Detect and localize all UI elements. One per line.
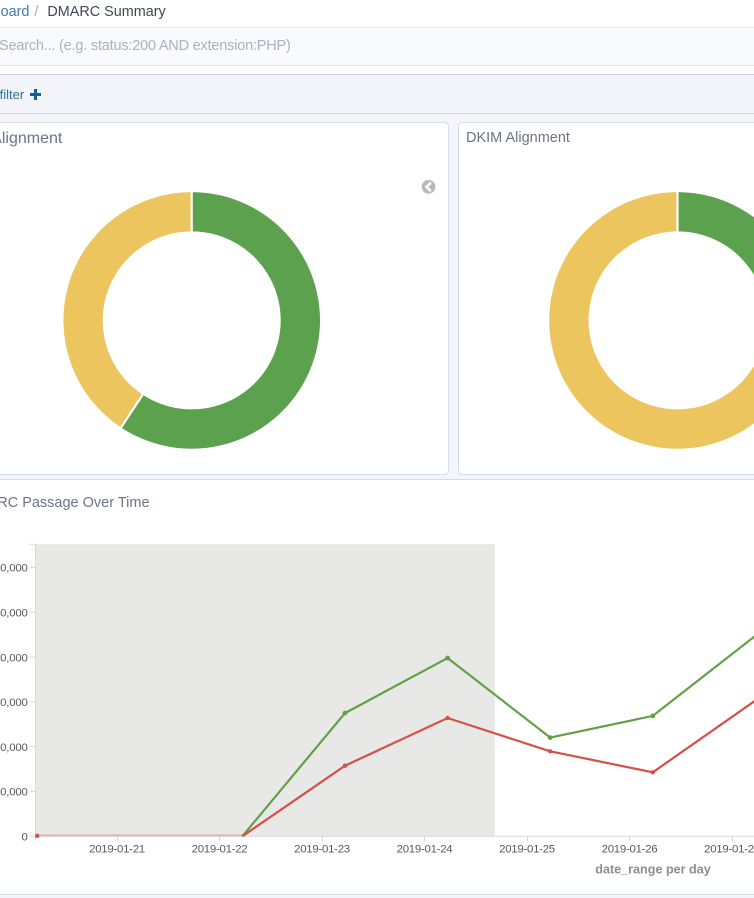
- svg-text:0: 0: [21, 832, 27, 844]
- svg-text:2019-01-21: 2019-01-21: [89, 844, 145, 856]
- svg-text:10,000: 10,000: [0, 787, 28, 799]
- svg-text:2019-01-26: 2019-01-26: [602, 844, 658, 856]
- svg-text:2019-01-24: 2019-01-24: [397, 844, 453, 856]
- svg-text:date_range per day: date_range per day: [595, 862, 711, 876]
- svg-text:30,000: 30,000: [0, 697, 28, 709]
- svg-text:60,000: 60,000: [0, 563, 28, 575]
- svg-text:40,000: 40,000: [0, 652, 28, 664]
- svg-text:50,000: 50,000: [0, 608, 28, 620]
- svg-text:20,000: 20,000: [0, 742, 28, 754]
- svg-text:2019-01-23: 2019-01-23: [294, 844, 350, 856]
- svg-text:2019-01-22: 2019-01-22: [192, 844, 248, 856]
- svg-text:2019-01-27: 2019-01-27: [704, 844, 754, 856]
- svg-text:2019-01-25: 2019-01-25: [499, 844, 555, 856]
